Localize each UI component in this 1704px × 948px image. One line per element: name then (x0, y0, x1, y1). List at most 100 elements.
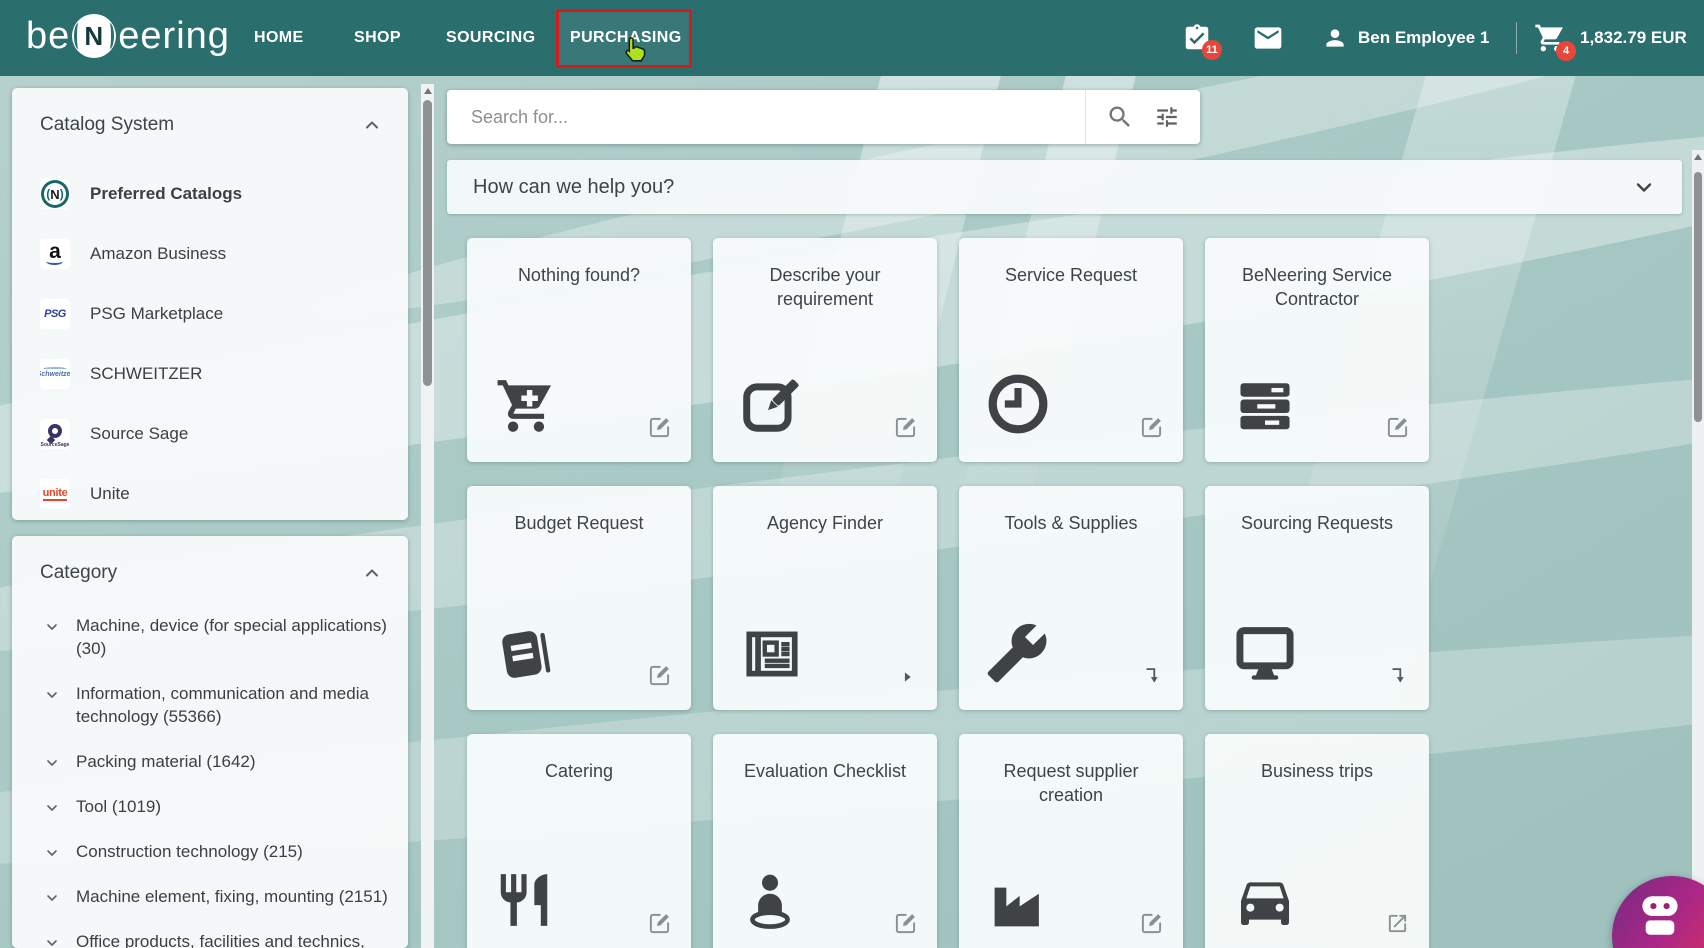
tile-beneering-service-contractor[interactable]: BeNeering Service Contractor (1205, 238, 1429, 462)
catalog-item-label: Amazon Business (90, 244, 226, 264)
mail-icon (1252, 22, 1284, 54)
tile-business-trips[interactable]: Business trips (1205, 734, 1429, 948)
newspaper-icon (739, 623, 805, 690)
psg-icon: PSG (40, 299, 70, 329)
tasks-button[interactable]: 11 (1182, 0, 1212, 76)
edit-icon[interactable] (1386, 416, 1409, 444)
edit-icon[interactable] (648, 912, 671, 940)
collapse-chevron-up-icon[interactable] (362, 115, 382, 135)
category-item-construction-technology[interactable]: Construction technology (215) (12, 830, 408, 875)
person-pin-icon (739, 867, 801, 938)
category-item-machine-device[interactable]: Machine, device (for special application… (12, 604, 408, 672)
tile-sourcing-requests[interactable]: Sourcing Requests (1205, 486, 1429, 710)
category-item-label: Machine element, fixing, mounting (2151) (76, 886, 388, 909)
category-item-packing-material[interactable]: Packing material (1642) (12, 740, 408, 785)
edit-square-icon (739, 375, 803, 442)
edit-icon[interactable] (1140, 416, 1163, 444)
tile-evaluation-checklist[interactable]: Evaluation Checklist (713, 734, 937, 948)
tile-budget-request[interactable]: Budget Request (467, 486, 691, 710)
scrollbar-thumb[interactable] (1694, 172, 1702, 422)
help-panel-title: How can we help you? (473, 176, 674, 199)
tile-describe-requirement[interactable]: Describe your requirement (713, 238, 937, 462)
scroll-up-arrow[interactable] (1694, 154, 1702, 160)
catalog-item-label: Preferred Catalogs (90, 184, 242, 204)
edit-icon[interactable] (648, 416, 671, 444)
car-icon (1231, 869, 1299, 938)
caret-right-icon[interactable] (897, 667, 917, 692)
sidebar-item-source-sage[interactable]: SourceSage Source Sage (12, 404, 408, 464)
tile-title: Catering (467, 759, 691, 783)
beneering-logo[interactable]: be N eering (26, 14, 230, 58)
category-item-office-products[interactable]: Office products, facilities and technics… (12, 920, 408, 948)
top-navbar: be N eering HOME SHOP SOURCING PURCHASIN… (0, 0, 1704, 76)
nav-item-shop[interactable]: SHOP (354, 0, 401, 76)
sidebar-item-amazon-business[interactable]: a Amazon Business (12, 224, 408, 284)
chevron-down-icon (44, 755, 60, 771)
scroll-up-arrow[interactable] (424, 88, 432, 94)
tile-service-request[interactable]: Service Request (959, 238, 1183, 462)
chevron-down-icon[interactable] (1632, 175, 1656, 199)
sidebar-item-schweitzer[interactable]: Schweitzer SCHWEITZER (12, 344, 408, 404)
factory-icon (985, 869, 1049, 938)
tile-title: Agency Finder (713, 511, 937, 535)
user-menu[interactable]: Ben Employee 1 (1322, 0, 1489, 76)
tile-title: Budget Request (467, 511, 691, 535)
cart-button[interactable]: 4 1,832.79 EUR (1534, 0, 1687, 76)
tile-nothing-found[interactable]: Nothing found? (467, 238, 691, 462)
category-item-label: Office products, facilities and technics… (76, 931, 365, 948)
edit-icon[interactable] (648, 664, 671, 692)
edit-icon[interactable] (894, 416, 917, 444)
category-item-tool[interactable]: Tool (1019) (12, 785, 408, 830)
edit-icon[interactable] (1140, 912, 1163, 940)
logo-arc-left (74, 23, 83, 49)
category-item-information-communication[interactable]: Information, communication and media tec… (12, 672, 408, 740)
catalog-item-label: PSG Marketplace (90, 304, 223, 324)
category-item-label: Packing material (1642) (76, 751, 256, 774)
chevron-down-icon (44, 890, 60, 906)
nav-item-sourcing[interactable]: SOURCING (446, 0, 535, 76)
logo-arc-right (105, 23, 114, 49)
user-name: Ben Employee 1 (1358, 28, 1489, 48)
logo-circle-letter: N (84, 21, 104, 52)
page-scrollbar[interactable] (1692, 150, 1704, 948)
tile-catering[interactable]: Catering (467, 734, 691, 948)
nav-item-purchasing[interactable]: PURCHASING (570, 0, 682, 76)
server-stack-icon (1231, 375, 1299, 442)
robot-icon (1638, 894, 1682, 938)
scrollbar-thumb[interactable] (423, 100, 432, 386)
tile-request-supplier-creation[interactable]: Request supplier creation (959, 734, 1183, 948)
sidebar-item-psg-marketplace[interactable]: PSG PSG Marketplace (12, 284, 408, 344)
logo-text-prefix: be (26, 15, 70, 58)
sidebar-scrollbar[interactable] (421, 84, 434, 948)
arrow-turn-down-icon[interactable] (1387, 665, 1409, 692)
sidebar-item-unite[interactable]: unite Unite (12, 464, 408, 520)
amazon-icon: a (40, 239, 70, 269)
cart-badge: 4 (1556, 41, 1576, 61)
search-icon[interactable] (1106, 103, 1134, 131)
collapse-chevron-up-icon[interactable] (362, 563, 382, 583)
chevron-down-icon (44, 845, 60, 861)
tasks-badge: 11 (1202, 40, 1222, 60)
help-panel-header[interactable]: How can we help you? (447, 160, 1682, 214)
catalog-item-label: Unite (90, 484, 130, 504)
arrow-turn-down-icon[interactable] (1141, 665, 1163, 692)
nav-item-home[interactable]: HOME (254, 0, 304, 76)
user-icon (1322, 25, 1348, 51)
filter-tune-icon[interactable] (1154, 104, 1180, 130)
tile-tools-supplies[interactable]: Tools & Supplies (959, 486, 1183, 710)
search-input[interactable] (447, 107, 1085, 128)
chat-widget-button[interactable] (1612, 876, 1704, 948)
tile-title: Sourcing Requests (1205, 511, 1429, 535)
category-item-machine-element[interactable]: Machine element, fixing, mounting (2151) (12, 875, 408, 920)
category-item-label: Information, communication and media tec… (76, 683, 388, 729)
open-in-new-icon[interactable] (1386, 912, 1409, 940)
tile-agency-finder[interactable]: Agency Finder (713, 486, 937, 710)
sidebar-item-preferred-catalogs[interactable]: (N) Preferred Catalogs (12, 164, 408, 224)
mail-button[interactable] (1252, 0, 1284, 76)
edit-icon[interactable] (894, 912, 917, 940)
catalog-system-title: Catalog System (40, 114, 174, 136)
schweitzer-icon: Schweitzer (40, 359, 70, 389)
book-icon (493, 623, 557, 690)
tile-title: Service Request (959, 263, 1183, 287)
tile-title: Describe your requirement (713, 263, 937, 312)
